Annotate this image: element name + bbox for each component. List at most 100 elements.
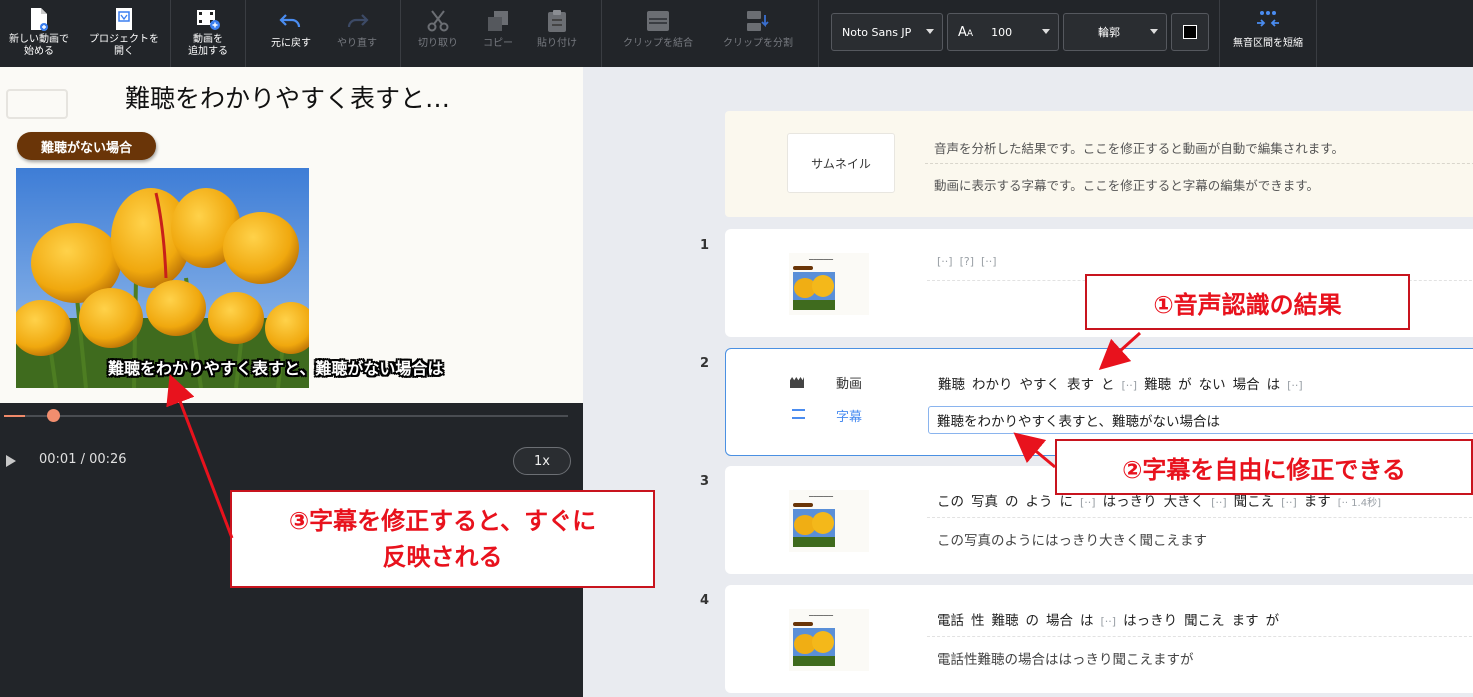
recognized-word[interactable]: 難聴 [938, 373, 965, 393]
split-clip-button[interactable]: クリップを分割 [708, 0, 808, 67]
silence-marker[interactable]: [··] [1080, 496, 1096, 509]
clip-thumbnail: ━━━━━━━━━━ [789, 609, 869, 671]
chevron-down-icon [926, 29, 934, 34]
copy-button[interactable]: コピー [471, 0, 525, 67]
callout-instant-reflect: ③字幕を修正すると、すぐに 反映される [230, 490, 655, 588]
chevron-down-icon [1150, 29, 1158, 34]
font-family-select[interactable]: Noto Sans JP [831, 13, 943, 51]
recognized-word[interactable]: やすく [1020, 373, 1061, 393]
mini-title: ━━━━━━━━━━ [809, 494, 834, 499]
silence-marker[interactable]: [··] [1281, 496, 1297, 509]
new-video-button[interactable]: 新しい動画で 始める [0, 0, 78, 67]
new-video-label: 新しい動画で 始める [9, 34, 69, 57]
subtitle-text[interactable]: この写真のようにはっきり大きく聞こえます [937, 529, 1207, 549]
undo-button[interactable]: 元に戻す [258, 0, 324, 67]
mini-tag [793, 266, 813, 270]
recognized-word[interactable]: 性 [971, 609, 985, 629]
recognized-word[interactable]: と [1101, 373, 1115, 393]
font-size-select[interactable]: AA 100 [947, 13, 1059, 51]
recognized-word[interactable]: 表す [1067, 373, 1094, 393]
silence-marker[interactable]: [··] [1287, 379, 1303, 392]
color-swatch-icon [1183, 25, 1197, 39]
project-file-icon [111, 7, 137, 31]
add-group: 動画を 追加する [171, 0, 246, 67]
text-color-picker[interactable] [1171, 13, 1209, 51]
recognized-words[interactable]: 電話性難聴の場合は [··] はっきり 聞こえ ますが [937, 609, 1279, 629]
silence-marker[interactable]: [?] [960, 255, 974, 268]
recognized-word[interactable]: 写真 [971, 490, 998, 510]
recognized-word[interactable]: この [937, 490, 964, 510]
clipboard-icon [544, 9, 570, 33]
recognized-word[interactable]: が [1178, 373, 1192, 393]
add-video-button[interactable]: 動画を 追加する [171, 0, 245, 67]
recognized-word[interactable]: わかり [972, 373, 1013, 393]
recognized-word[interactable]: が [1266, 609, 1280, 629]
copy-icon [485, 9, 511, 33]
merge-clips-button[interactable]: クリップを結合 [608, 0, 708, 67]
callout-subtitle-edit: ②字幕を自由に修正できる [1055, 439, 1473, 495]
file-group: 新しい動画で 始める プロジェクトを 開く [0, 0, 171, 67]
seek-bar[interactable] [4, 415, 568, 417]
subtitle-text[interactable]: 電話性難聴の場合ははっきり聞こえますが [937, 648, 1194, 668]
silence-marker[interactable]: [··] [1101, 615, 1117, 628]
text-style-group: Noto Sans JP AA 100 輪郭 [819, 0, 1220, 67]
copy-label: コピー [483, 38, 513, 49]
seek-progress [4, 415, 26, 417]
silence-marker[interactable]: [·· 1.4秒] [1338, 494, 1381, 509]
recognized-word[interactable]: 聞こえ [1184, 609, 1225, 629]
recognized-words[interactable]: [··] [?] [··] [937, 255, 997, 268]
open-project-button[interactable]: プロジェクトを 開く [78, 0, 170, 67]
recognized-word[interactable]: ない [1199, 373, 1226, 393]
recognized-word[interactable]: よう [1026, 490, 1053, 510]
merge-icon [645, 9, 671, 33]
recognized-word[interactable]: 場合 [1046, 609, 1073, 629]
silence-marker[interactable]: [··] [981, 255, 997, 268]
font-size-value: 100 [991, 25, 1013, 39]
recognized-word[interactable]: の [1026, 609, 1040, 629]
redo-label: やり直す [337, 38, 377, 49]
clipboard-group: 切り取り コピー 貼り付け [401, 0, 602, 67]
mini-photo [793, 272, 835, 310]
recognized-word[interactable]: 電話 [937, 609, 964, 629]
legend-card: サムネイル 音声を分析した結果です。ここを修正すると動画が自動で編集されます。 … [725, 111, 1473, 217]
recognized-word[interactable]: の [1005, 490, 1019, 510]
redo-button[interactable]: やり直す [324, 0, 390, 67]
redo-icon [344, 9, 370, 33]
recognized-words[interactable]: 難聴 わかり やすく 表すと [··] 難聴がない 場合は [··] [938, 373, 1303, 393]
preview-subtitle: 難聴をわかりやすく表すと、難聴がない場合は [108, 359, 444, 378]
callout-text: ②字幕を自由に修正できる [1122, 455, 1406, 484]
play-icon[interactable] [6, 455, 16, 467]
subtitle-row-label: 字幕 [836, 410, 863, 425]
callout-speech-recognition: ①音声認識の結果 [1085, 274, 1410, 330]
outline-value: 輪郭 [1098, 26, 1120, 39]
recognized-word[interactable]: ます [1232, 609, 1259, 629]
subtitle-input[interactable] [928, 406, 1473, 434]
seek-handle[interactable] [47, 409, 61, 422]
silence-marker[interactable]: [··] [1122, 379, 1138, 392]
clip-card[interactable]: ━━━━━━━━━━ 電話性難聴の場合は [··] はっきり 聞こえ ますが 電話性難聴… [725, 585, 1473, 693]
silence-marker[interactable]: [··] [937, 255, 953, 268]
trim-silence-button[interactable]: 無音区間を短縮 [1220, 0, 1316, 67]
recognized-word[interactable]: 難聴 [1144, 373, 1171, 393]
clip-number: 2 [700, 356, 710, 371]
playback-speed-button[interactable]: 1x [513, 447, 571, 475]
mini-title: ━━━━━━━━━━ [809, 257, 834, 262]
recognized-word[interactable]: 難聴 [992, 609, 1019, 629]
cut-button[interactable]: 切り取り [405, 0, 471, 67]
divider [927, 636, 1473, 637]
callout-text: ③字幕を修正すると、すぐに 反映される [288, 507, 597, 571]
recognized-word[interactable]: は [1080, 609, 1094, 629]
recognized-word[interactable]: は [1267, 373, 1281, 393]
toolbar: 新しい動画で 始める プロジェクトを 開く 動画を 追加する 元に戻す やり直す… [0, 0, 1473, 67]
clip-thumbnail: ━━━━━━━━━━ [789, 253, 869, 315]
clip-group: クリップを結合 クリップを分割 [602, 0, 819, 67]
recognized-word[interactable]: はっきり [1123, 609, 1177, 629]
paste-button[interactable]: 貼り付け [525, 0, 589, 67]
silence-marker[interactable]: [··] [1211, 496, 1227, 509]
recognized-word[interactable]: 場合 [1233, 373, 1260, 393]
font-family-value: Noto Sans JP [842, 25, 912, 39]
transcript-editor: サムネイル 音声を分析した結果です。ここを修正すると動画が自動で編集されます。 … [583, 67, 1473, 697]
clip-number: 1 [700, 238, 710, 253]
scissors-icon [425, 9, 451, 33]
outline-select[interactable]: 輪郭 [1063, 13, 1167, 51]
